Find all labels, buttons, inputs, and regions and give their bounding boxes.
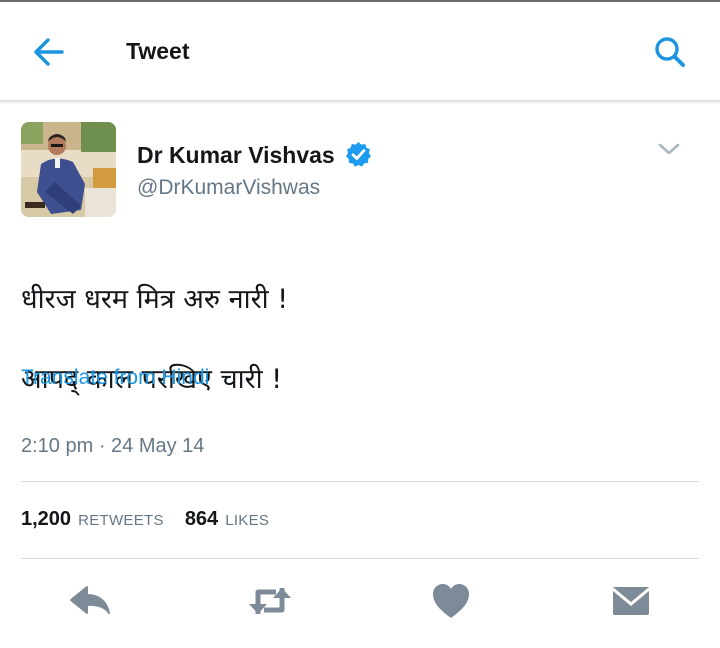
divider — [21, 481, 699, 482]
direct-message-button[interactable] — [607, 580, 655, 622]
retweet-button[interactable] — [246, 580, 294, 622]
tweet-timestamp: 2:10 pm · 24 May 14 — [21, 435, 205, 457]
likes-label: LIKES — [225, 512, 270, 529]
user-handle[interactable]: @DrKumarVishwas — [137, 176, 320, 200]
tweet-text-line: धीरज धरम मित्र अरु नारी ! — [21, 284, 289, 315]
avatar[interactable] — [21, 122, 116, 217]
retweets-stat[interactable]: 1,200 RETWEETS — [21, 508, 164, 531]
arrow-left-icon — [34, 38, 64, 66]
tweet-text: धीरज धरम मित्र अरु नारी ! आपद् काल परखिए… — [21, 240, 288, 440]
user-display-name[interactable]: Dr Kumar Vishvas — [137, 142, 335, 169]
reply-button[interactable] — [67, 580, 115, 622]
search-button[interactable] — [648, 32, 692, 72]
tweet-stats: 1,200 RETWEETS 864 LIKES — [21, 508, 290, 531]
header-shadow — [0, 100, 720, 104]
likes-count: 864 — [184, 508, 219, 530]
direct-message-icon — [612, 587, 650, 615]
more-options-button[interactable] — [656, 138, 682, 160]
retweets-label: RETWEETS — [78, 512, 164, 529]
page-title: Tweet — [126, 38, 190, 64]
retweet-icon — [249, 588, 291, 614]
app-header: Tweet — [0, 2, 720, 100]
reply-icon — [70, 586, 110, 614]
retweets-count: 1,200 — [21, 508, 72, 530]
translate-link[interactable]: Translate from Hindi — [21, 366, 209, 390]
divider — [21, 558, 699, 559]
like-icon — [433, 584, 469, 618]
likes-stat[interactable]: 864 LIKES — [185, 508, 269, 531]
like-button[interactable] — [427, 580, 475, 622]
verified-badge-icon — [345, 141, 372, 168]
chevron-down-icon — [658, 143, 680, 155]
search-icon — [655, 37, 685, 67]
back-button[interactable] — [28, 32, 70, 72]
